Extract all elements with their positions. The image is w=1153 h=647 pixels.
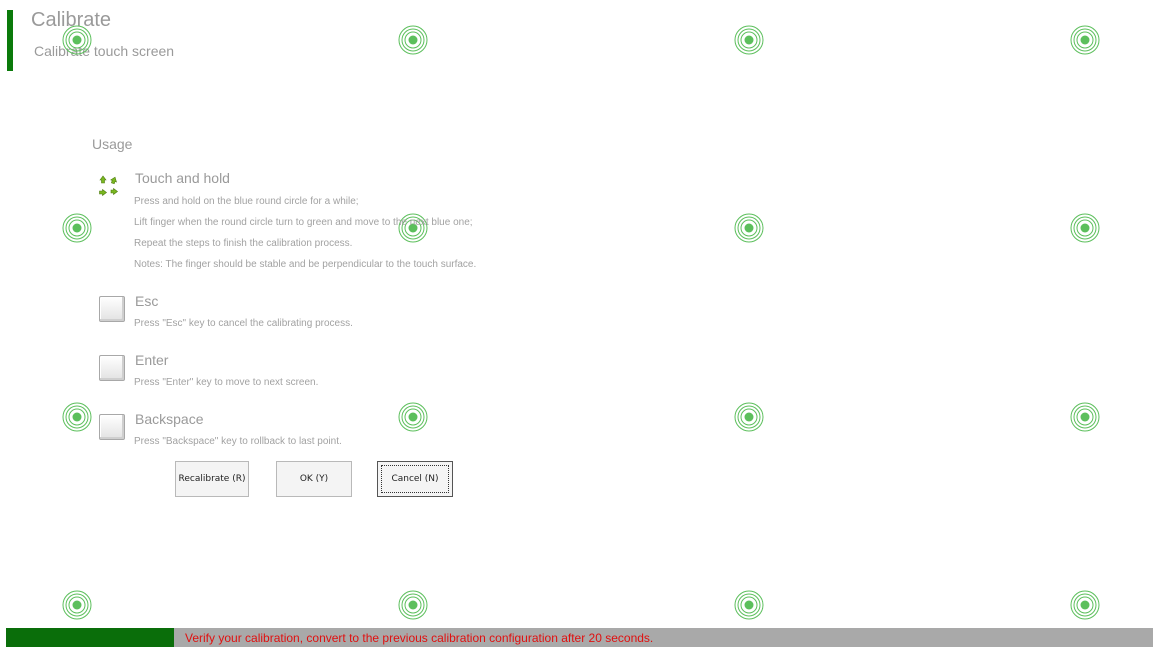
target-circle-icon bbox=[1070, 213, 1100, 243]
status-bar-progress bbox=[6, 628, 174, 647]
touch-hold-line-1: Press and hold on the blue round circle … bbox=[134, 196, 359, 207]
cancel-button[interactable]: Cancel (N) bbox=[377, 461, 453, 497]
target-circle-icon bbox=[1070, 590, 1100, 620]
section-title-esc: Esc bbox=[135, 293, 159, 309]
target-circle-icon bbox=[734, 402, 764, 432]
target-circle-icon bbox=[398, 402, 428, 432]
target-circle-icon bbox=[734, 25, 764, 55]
section-title-enter: Enter bbox=[135, 352, 169, 368]
target-circle-icon bbox=[62, 25, 92, 55]
section-title-backspace: Backspace bbox=[135, 411, 204, 427]
title-accent-bar bbox=[7, 10, 13, 71]
enter-line-1: Press "Enter" key to move to next screen… bbox=[134, 377, 319, 388]
target-circle-icon bbox=[62, 590, 92, 620]
target-circle-icon bbox=[1070, 25, 1100, 55]
ok-button-label: OK (Y) bbox=[299, 474, 329, 484]
section-title-touch-hold: Touch and hold bbox=[135, 170, 230, 186]
arrows-icon bbox=[99, 175, 118, 197]
page-subtitle: Calibrate touch screen bbox=[34, 43, 175, 59]
status-message: Verify your calibration, convert to the … bbox=[185, 631, 654, 645]
recalibrate-button[interactable]: Recalibrate (R) bbox=[175, 461, 249, 497]
ok-button[interactable]: OK (Y) bbox=[276, 461, 352, 497]
touch-hold-line-2: Lift finger when the round circle turn t… bbox=[134, 217, 473, 228]
target-circle-icon bbox=[1070, 402, 1100, 432]
esc-key-icon bbox=[99, 296, 125, 322]
touch-hold-line-4: Notes: The finger should be stable and b… bbox=[134, 259, 477, 270]
recalibrate-button-label: Recalibrate (R) bbox=[178, 474, 246, 484]
target-circle-icon bbox=[398, 590, 428, 620]
target-circle-icon bbox=[734, 590, 764, 620]
target-circle-icon bbox=[398, 25, 428, 55]
target-circle-icon bbox=[62, 402, 92, 432]
backspace-key-icon bbox=[99, 414, 125, 440]
backspace-line-1: Press "Backspace" key to rollback to las… bbox=[134, 436, 342, 447]
usage-heading: Usage bbox=[92, 136, 133, 152]
touch-hold-line-3: Repeat the steps to finish the calibrati… bbox=[134, 238, 353, 249]
target-circle-icon bbox=[62, 213, 92, 243]
esc-line-1: Press "Esc" key to cancel the calibratin… bbox=[134, 318, 353, 329]
enter-key-icon bbox=[99, 355, 125, 381]
focus-ring bbox=[381, 465, 449, 493]
target-circle-icon bbox=[734, 213, 764, 243]
